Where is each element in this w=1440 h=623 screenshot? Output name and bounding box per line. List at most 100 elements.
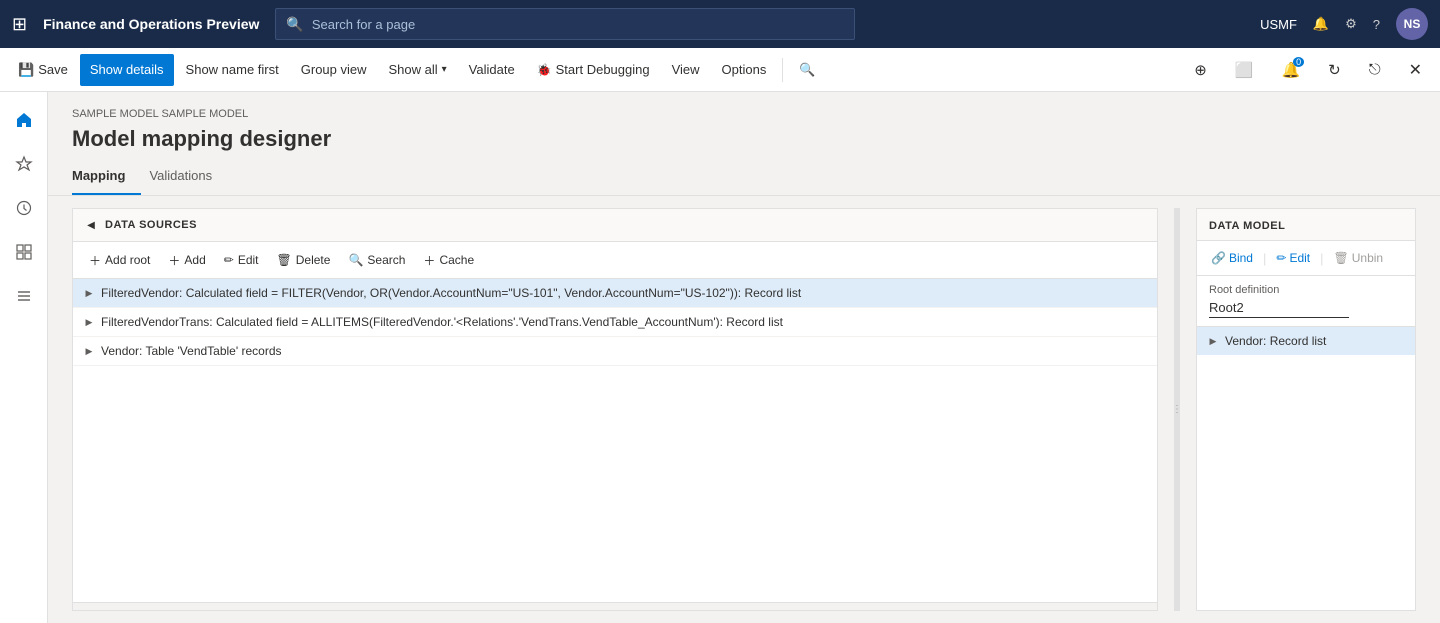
ds-item[interactable]: ▶ FilteredVendor: Calculated field = FIL… xyxy=(73,279,1157,308)
ds-item-text-2: Vendor: Table 'VendTable' records xyxy=(101,344,1149,358)
search-button-cmd[interactable]: 🔍 xyxy=(789,54,825,86)
dm-item[interactable]: ▶ Vendor: Record list xyxy=(1197,327,1415,355)
breadcrumb: SAMPLE MODEL SAMPLE MODEL xyxy=(72,108,1416,120)
show-details-button[interactable]: Show details xyxy=(80,54,174,86)
add-button[interactable]: ＋ Add xyxy=(160,246,213,274)
resize-divider[interactable]: ⋮ xyxy=(1174,208,1180,611)
org-label: USMF xyxy=(1260,17,1297,32)
notification-icon[interactable]: 🔔 xyxy=(1313,16,1329,32)
cache-icon: ＋ xyxy=(423,252,435,269)
dm-edit-icon: ✏ xyxy=(1276,251,1286,265)
close-icon: ✕ xyxy=(1409,60,1422,80)
app-title: Finance and Operations Preview xyxy=(43,16,259,32)
expand-icon-0[interactable]: ▶ xyxy=(81,285,97,301)
ds-item[interactable]: ▶ FilteredVendorTrans: Calculated field … xyxy=(73,308,1157,337)
grid-icon[interactable]: ⊞ xyxy=(12,14,27,35)
detach-icon: ⎋ xyxy=(1369,61,1381,78)
dm-toolbar: 🔗 Bind | ✏ Edit | 🗑 Unbin xyxy=(1197,241,1415,276)
horizontal-scrollbar[interactable] xyxy=(73,602,1157,610)
page-header: SAMPLE MODEL SAMPLE MODEL Model mapping … xyxy=(48,92,1440,160)
dm-edit-button[interactable]: ✏ Edit xyxy=(1270,245,1316,271)
dm-header: DATA MODEL xyxy=(1197,209,1415,241)
root-definition: Root definition Root2 xyxy=(1197,276,1415,327)
sidebar-item-favorites[interactable] xyxy=(4,144,44,184)
search-ds-icon: 🔍 xyxy=(348,253,363,267)
sidebar-item-list[interactable] xyxy=(4,276,44,316)
edit-icon: ✏ xyxy=(224,253,234,267)
tab-mapping[interactable]: Mapping xyxy=(72,160,141,195)
show-all-chevron-icon: ▾ xyxy=(442,64,447,75)
debug-icon: 🐞 xyxy=(537,63,552,77)
top-navigation: ⊞ Finance and Operations Preview 🔍 USMF … xyxy=(0,0,1440,48)
avatar[interactable]: NS xyxy=(1396,8,1428,40)
search-ds-button[interactable]: 🔍 Search xyxy=(340,246,413,274)
ds-item-text-1: FilteredVendorTrans: Calculated field = … xyxy=(101,315,1149,329)
ds-header: ◀ DATA SOURCES xyxy=(73,209,1157,242)
sidebar-item-home[interactable] xyxy=(4,100,44,140)
start-debugging-button[interactable]: 🐞 Start Debugging xyxy=(527,54,660,86)
tabs: Mapping Validations xyxy=(48,160,1440,196)
delete-button[interactable]: 🗑 Delete xyxy=(269,246,339,274)
expand-icon-2[interactable]: ▶ xyxy=(81,343,97,359)
refresh-button[interactable]: ↻ xyxy=(1318,54,1351,86)
ds-collapse-button[interactable]: ◀ xyxy=(81,215,101,235)
dm-items-list: ▶ Vendor: Record list xyxy=(1197,327,1415,610)
add-icon: ＋ xyxy=(168,252,180,269)
ds-toolbar: ＋ Add root ＋ Add ✏ Edit 🗑 Delete xyxy=(73,242,1157,279)
save-icon: 💾 xyxy=(18,62,34,78)
content-panel: ◀ DATA SOURCES ＋ Add root ＋ Add ✏ Edit xyxy=(48,196,1440,623)
expand-icon-1[interactable]: ▶ xyxy=(81,314,97,330)
close-button[interactable]: ✕ xyxy=(1399,54,1432,86)
help-icon[interactable]: ? xyxy=(1373,17,1380,32)
dm-expand-icon-0[interactable]: ▶ xyxy=(1205,333,1221,349)
badge-icon: 🔔0 xyxy=(1281,61,1300,79)
add-root-icon: ＋ xyxy=(89,252,101,269)
command-bar: 💾 Save Show details Show name first Grou… xyxy=(0,48,1440,92)
refresh-icon: ↻ xyxy=(1328,61,1341,79)
cmd-separator xyxy=(782,58,783,82)
unbin-button[interactable]: 🗑 Unbin xyxy=(1328,245,1390,271)
main-layout: SAMPLE MODEL SAMPLE MODEL Model mapping … xyxy=(0,92,1440,623)
badge-button[interactable]: 🔔0 xyxy=(1271,54,1310,86)
main-content: SAMPLE MODEL SAMPLE MODEL Model mapping … xyxy=(48,92,1440,623)
ds-item[interactable]: ▶ Vendor: Table 'VendTable' records xyxy=(73,337,1157,366)
fullscreen-button[interactable]: ⬜ xyxy=(1225,54,1264,86)
options-button[interactable]: Options xyxy=(712,54,777,86)
left-sidebar xyxy=(0,92,48,623)
edit-button[interactable]: ✏ Edit xyxy=(216,246,267,274)
save-button[interactable]: 💾 Save xyxy=(8,54,78,86)
data-model-section: DATA MODEL 🔗 Bind | ✏ Edit | 🗑 Un xyxy=(1196,208,1416,611)
top-nav-right: USMF 🔔 ⚙ ? NS xyxy=(1260,8,1428,40)
root-def-value: Root2 xyxy=(1209,300,1349,318)
ds-item-text-0: FilteredVendor: Calculated field = FILTE… xyxy=(101,286,1149,300)
view-button[interactable]: View xyxy=(662,54,710,86)
page-title: Model mapping designer xyxy=(72,126,1416,152)
search-input[interactable] xyxy=(312,17,845,32)
ds-section-title: DATA SOURCES xyxy=(105,219,197,231)
data-sources-section: ◀ DATA SOURCES ＋ Add root ＋ Add ✏ Edit xyxy=(72,208,1158,611)
bind-icon: 🔗 xyxy=(1211,251,1226,265)
show-all-button[interactable]: Show all ▾ xyxy=(379,54,457,86)
cache-button[interactable]: ＋ Cache xyxy=(415,246,482,274)
delete-icon: 🗑 xyxy=(277,253,292,267)
dm-item-text-0: Vendor: Record list xyxy=(1225,334,1407,348)
dm-section-title: DATA MODEL xyxy=(1209,220,1285,232)
settings-icon[interactable]: ⚙ xyxy=(1345,16,1357,32)
connections-button[interactable]: ⊕ xyxy=(1184,54,1217,86)
validate-button[interactable]: Validate xyxy=(459,54,525,86)
global-search[interactable]: 🔍 xyxy=(275,8,855,40)
show-name-first-button[interactable]: Show name first xyxy=(176,54,289,86)
sidebar-item-workspace[interactable] xyxy=(4,232,44,272)
sidebar-item-recent[interactable] xyxy=(4,188,44,228)
add-root-button[interactable]: ＋ Add root xyxy=(81,246,158,274)
fullscreen-icon: ⬜ xyxy=(1235,61,1254,79)
connections-icon: ⊕ xyxy=(1194,61,1207,79)
unbin-icon: 🗑 xyxy=(1334,251,1349,265)
bind-button[interactable]: 🔗 Bind xyxy=(1205,245,1259,271)
root-def-label: Root definition xyxy=(1209,284,1403,296)
group-view-button[interactable]: Group view xyxy=(291,54,377,86)
detach-button[interactable]: ⎋ xyxy=(1359,54,1391,86)
search-cmd-icon: 🔍 xyxy=(799,62,815,78)
ds-items-list: ▶ FilteredVendor: Calculated field = FIL… xyxy=(73,279,1157,602)
tab-validations[interactable]: Validations xyxy=(149,160,228,195)
